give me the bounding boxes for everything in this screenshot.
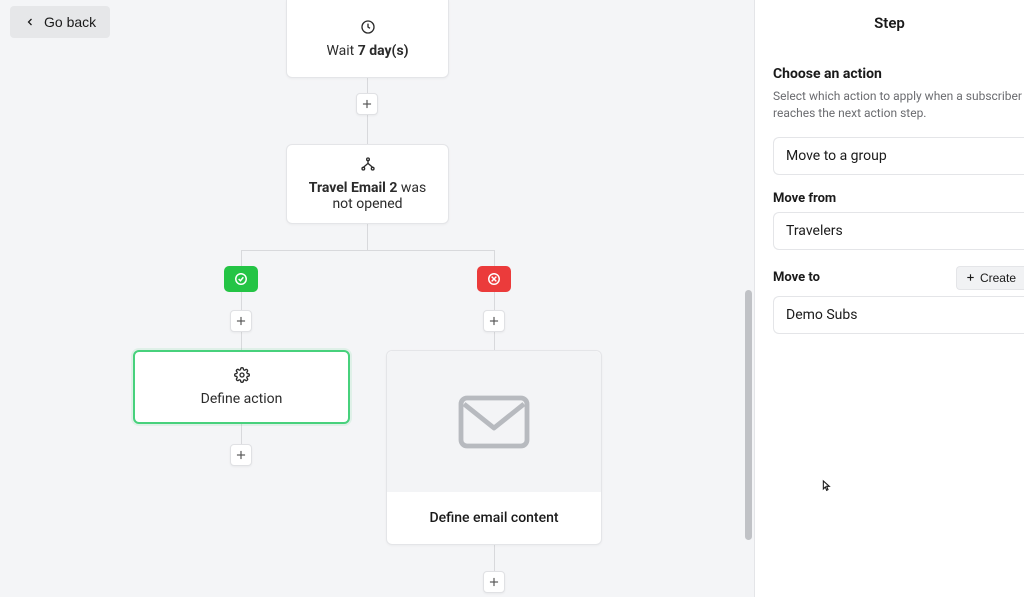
wait-node[interactable]: Wait 7 day(s) <box>286 0 449 78</box>
connector <box>241 330 242 352</box>
move-to-label: Move to <box>773 270 820 285</box>
add-step-button[interactable] <box>356 93 378 115</box>
connector <box>494 330 495 352</box>
define-action-label: Define action <box>201 391 283 407</box>
add-step-button[interactable] <box>230 444 252 466</box>
add-step-button[interactable] <box>230 310 252 332</box>
choose-action-heading: Choose an action <box>773 66 1024 82</box>
step-panel: Step Choose an action Select which actio… <box>754 0 1024 597</box>
connector <box>241 290 242 312</box>
action-select[interactable]: Move to a group <box>773 137 1024 175</box>
choose-action-description: Select which action to apply when a subs… <box>773 88 1024 123</box>
scrollbar-thumb[interactable] <box>745 290 752 540</box>
move-from-value: Travelers <box>786 223 843 239</box>
email-placeholder <box>387 351 601 492</box>
define-action-node[interactable]: Define action <box>133 350 350 424</box>
condition-node[interactable]: Travel Email 2 was not opened <box>286 144 449 224</box>
gear-icon <box>234 367 250 383</box>
condition-node-label: Travel Email 2 was not opened <box>305 180 430 212</box>
email-node[interactable]: Define email content <box>386 350 602 545</box>
workflow-canvas[interactable]: Wait 7 day(s) Travel Email 2 was not ope… <box>0 0 754 597</box>
create-group-button[interactable]: Create <box>956 266 1024 290</box>
panel-title: Step <box>755 0 1024 46</box>
canvas-scrollbar[interactable] <box>742 0 752 597</box>
email-node-label: Define email content <box>419 492 568 544</box>
action-select-value: Move to a group <box>786 148 887 164</box>
create-group-label: Create <box>980 271 1016 285</box>
connector <box>367 112 368 144</box>
connector <box>494 545 495 573</box>
wait-node-label: Wait 7 day(s) <box>326 43 408 59</box>
move-from-label: Move from <box>773 191 836 206</box>
move-to-value: Demo Subs <box>786 307 857 323</box>
plus-icon <box>965 272 976 283</box>
branch-icon <box>360 156 376 172</box>
branch-no-badge[interactable] <box>477 266 511 292</box>
envelope-icon <box>458 394 530 450</box>
move-from-select[interactable]: Travelers <box>773 212 1024 250</box>
move-to-select[interactable]: Demo Subs <box>773 296 1024 334</box>
add-step-button[interactable] <box>483 571 505 593</box>
clock-icon <box>360 19 376 35</box>
connector <box>367 224 368 250</box>
connector <box>241 250 494 251</box>
branch-yes-badge[interactable] <box>224 266 258 292</box>
add-step-button[interactable] <box>483 310 505 332</box>
connector <box>494 290 495 312</box>
connector <box>241 424 242 446</box>
